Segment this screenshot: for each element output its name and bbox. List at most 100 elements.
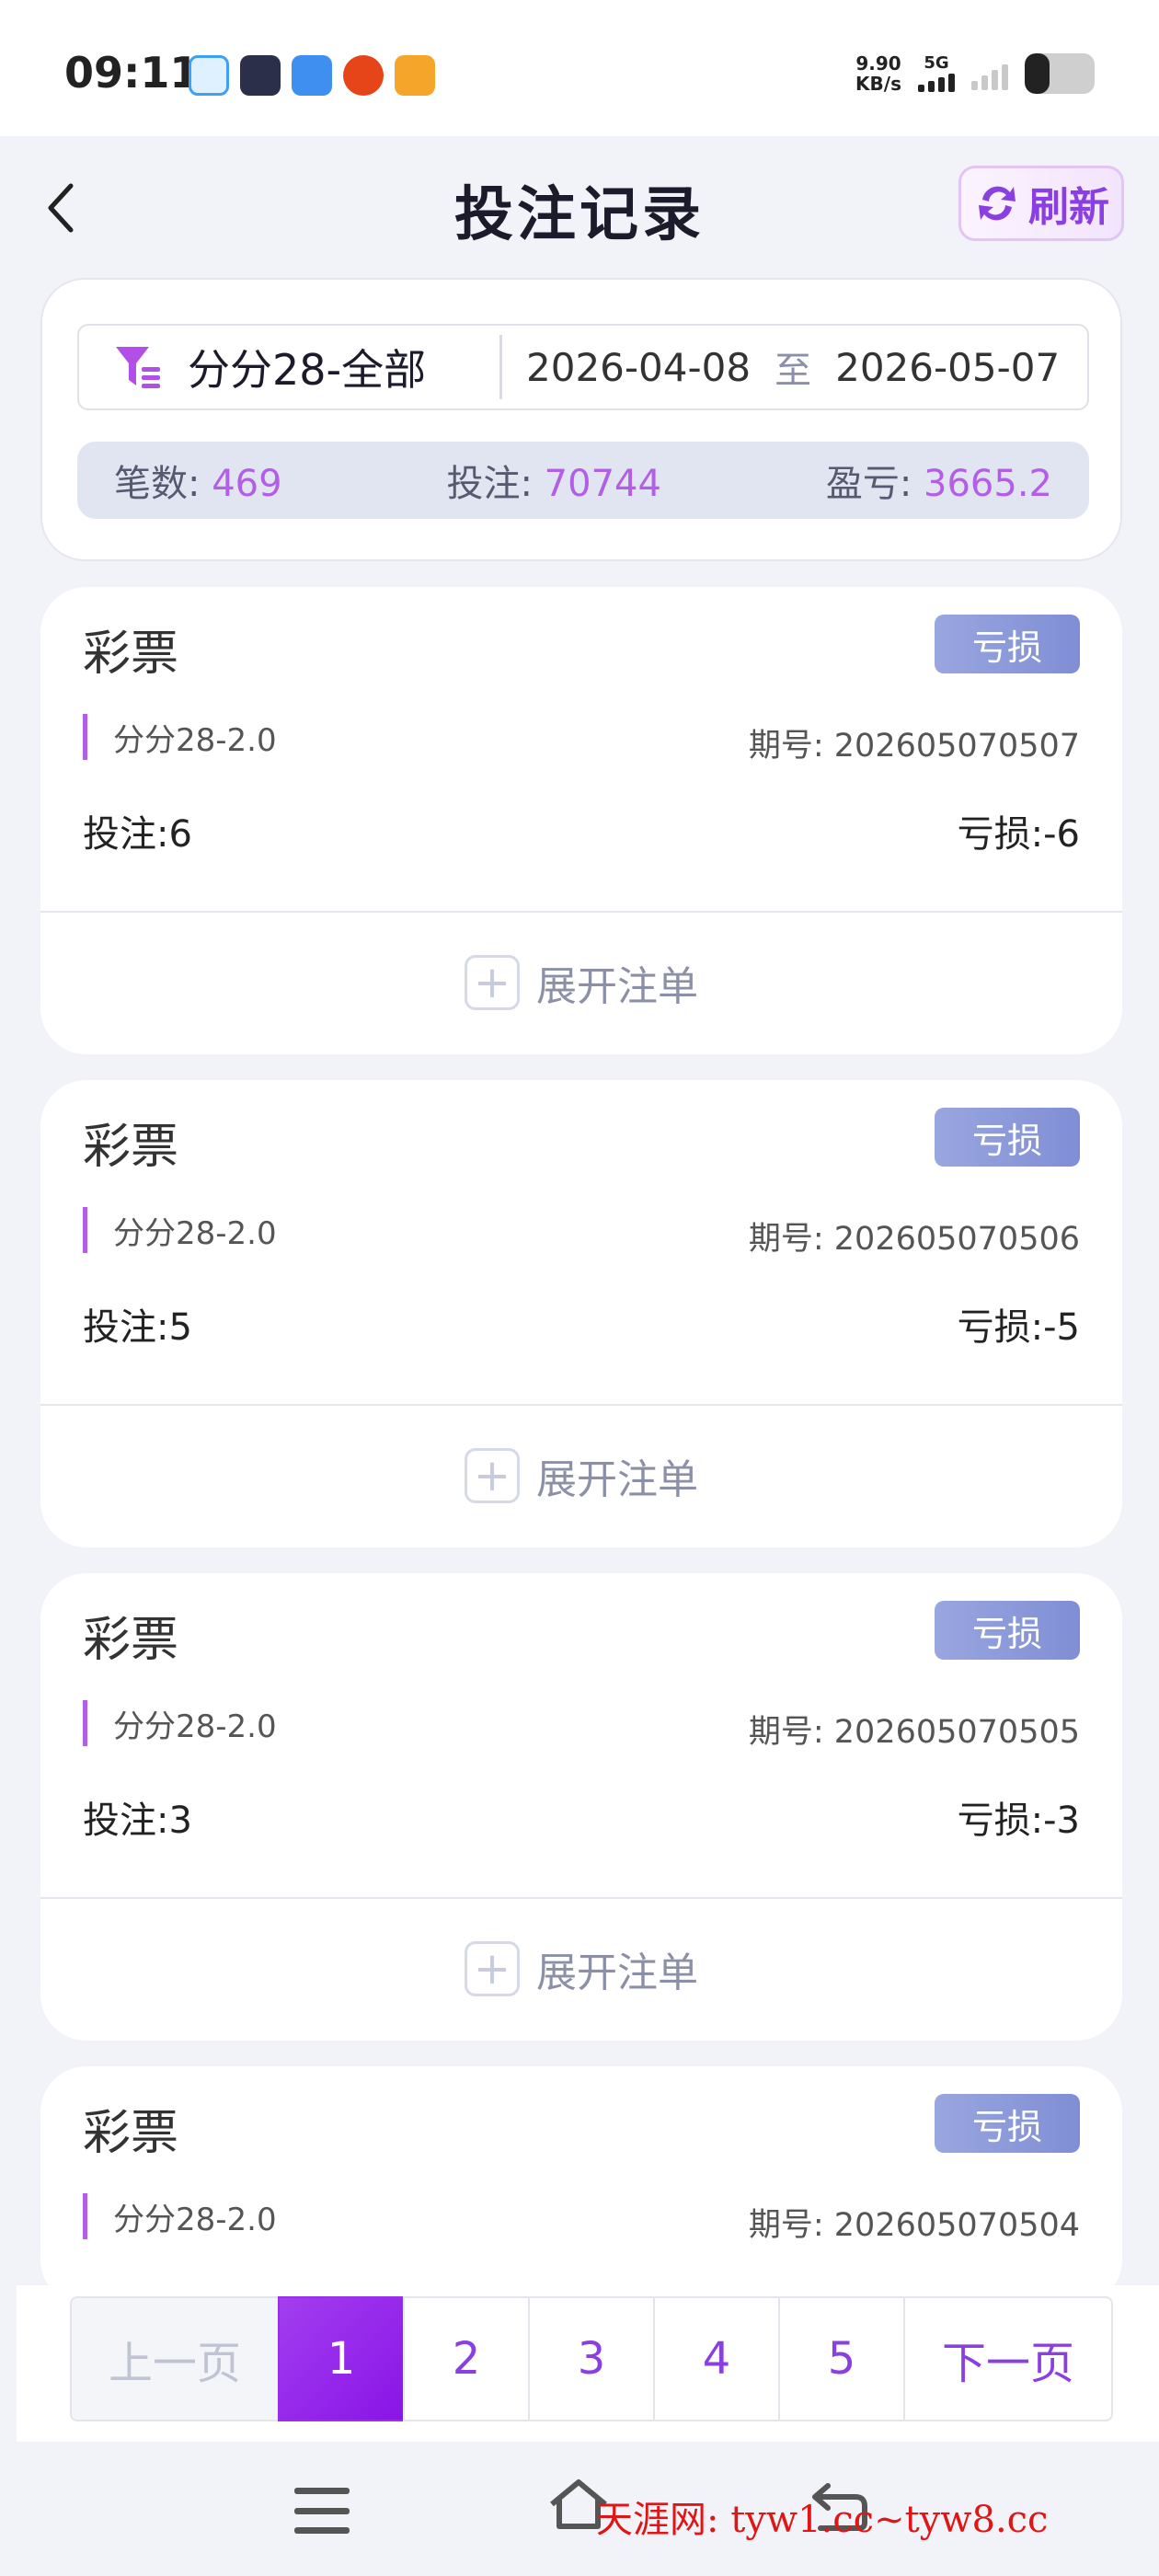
bet-type: 彩票 [83,1120,179,1175]
bet-game: 分分28-2.0 [83,1700,277,1746]
stake-value: 70744 [544,463,661,505]
stake-label: 投注: [83,1306,169,1349]
net-speed: 9.90 KB/s [855,53,901,94]
refresh-button[interactable]: 刷新 [958,166,1124,241]
issue-label: 期号: [748,2207,824,2244]
profit-label: 亏损: [957,1800,1044,1842]
stake-value: 5 [168,1306,192,1349]
page-button-2[interactable]: 2 [403,2296,530,2421]
bet-card: 彩票 亏损 分分28-2.0 期号: 202605070504 [40,2066,1122,2306]
expand-bets-button[interactable]: + 展开注单 [40,953,1122,1012]
bet-stake: 投注:3 [83,1790,192,1844]
date-separator: 至 [775,350,812,392]
profit-label: 亏损: [957,1306,1044,1349]
stake-value: 6 [168,813,192,856]
status-badge: 亏损 [935,1601,1080,1660]
status-badge: 亏损 [935,1108,1080,1167]
refresh-icon [979,186,1016,221]
date-end[interactable]: 2026-05-07 [835,345,1060,390]
summary-count: 笔数: 469 [114,454,282,507]
signal-secondary-icon [971,57,1008,90]
status-badge: 亏损 [935,2094,1080,2153]
status-bar: 09:11 9.90 KB/s 5G [0,0,1159,136]
issue-label: 期号: [748,728,824,765]
bet-game: 分分28-2.0 [83,2193,277,2239]
player-app-icon [240,55,281,96]
plus-icon: + [465,1941,520,1996]
bet-stake: 投注:5 [83,1297,192,1351]
bet-type: 彩票 [83,2106,179,2161]
bet-stake: 投注:6 [83,804,192,857]
bet-card: 彩票 亏损 分分28-2.0 期号: 202605070506 投注:5 亏损:… [40,1080,1122,1547]
profit-label: 亏损: [957,813,1044,856]
date-range-selector[interactable]: 2026-04-08 至 2026-05-07 [502,340,1060,394]
bet-type: 彩票 [83,1613,179,1668]
net-speed-value: 9.90 [855,52,901,75]
summary-stake: 投注: 70744 [446,454,660,507]
bet-profit: 亏损:-3 [958,1790,1080,1844]
profit-label: 盈亏: [825,463,912,505]
network-type: 5G [924,53,949,73]
page-button-1[interactable]: 1 [278,2296,405,2421]
profit-value: -3 [1043,1800,1080,1842]
issue-value: 202605070506 [833,1221,1080,1258]
signal-5g: 5G [918,55,955,92]
menu-icon[interactable] [294,2488,350,2534]
divider [40,911,1122,913]
game-filter-selector[interactable]: 分分28-全部 [79,335,502,399]
plus-icon: + [465,955,520,1010]
count-label: 笔数: [114,463,201,505]
battery-icon [1025,53,1095,94]
filter-card: 分分28-全部 2026-04-08 至 2026-05-07 笔数: 469 … [40,278,1122,561]
next-page-button[interactable]: 下一页 [903,2296,1113,2421]
prev-page-button[interactable]: 上一页 [70,2296,280,2421]
browser-app-icon [189,55,229,96]
profit-value: -5 [1043,1306,1080,1349]
page-button-4[interactable]: 4 [653,2296,780,2421]
page-button-5[interactable]: 5 [778,2296,905,2421]
signal-icon [918,72,955,92]
bet-card: 彩票 亏损 分分28-2.0 期号: 202605070507 投注:6 亏损:… [40,587,1122,1054]
bet-profit: 亏损:-5 [958,1297,1080,1351]
bet-game: 分分28-2.0 [83,1207,277,1253]
video-app-icon [395,55,435,96]
bet-card: 彩票 亏损 分分28-2.0 期号: 202605070505 投注:3 亏损:… [40,1573,1122,2041]
divider [40,1404,1122,1406]
page-button-3[interactable]: 3 [528,2296,655,2421]
date-start[interactable]: 2026-04-08 [526,345,751,390]
bet-issue: 期号: 202605070506 [749,1213,1080,1259]
issue-value: 202605070505 [833,1714,1080,1751]
expand-bets-button[interactable]: + 展开注单 [40,1939,1122,1998]
filter-icon [116,347,160,388]
stake-value: 3 [168,1800,192,1842]
stake-label: 投注: [446,463,533,505]
bet-type: 彩票 [83,627,179,682]
expand-label: 展开注单 [536,1456,698,1503]
battery-fill [1025,53,1050,94]
status-time: 09:11 [64,48,200,98]
expand-bets-button[interactable]: + 展开注单 [40,1446,1122,1505]
summary-profit: 盈亏: 3665.2 [826,454,1052,507]
issue-label: 期号: [748,1221,824,1258]
page-header: 投注记录 刷新 [0,136,1159,274]
bet-issue: 期号: 202605070505 [749,1706,1080,1753]
issue-value: 202605070507 [833,728,1080,765]
game-filter-label: 分分28-全部 [188,345,427,395]
system-nav-bar: 天涯网: tyw1.cc~tyw8.cc [0,2442,1159,2576]
status-indicators: 9.90 KB/s 5G [855,53,1095,94]
stake-label: 投注: [83,813,169,856]
expand-label: 展开注单 [536,1949,698,1996]
profit-value: 3665.2 [924,463,1052,505]
issue-value: 202605070504 [833,2207,1080,2244]
status-badge: 亏损 [935,615,1080,673]
pagination: 上一页 1 2 3 4 5 下一页 [17,2285,1159,2442]
watermark: 天涯网: tyw1.cc~tyw8.cc [596,2499,1049,2541]
shop-app-icon [343,55,384,96]
expand-label: 展开注单 [536,963,698,1010]
profit-value: -6 [1043,813,1080,856]
pager: 上一页 1 2 3 4 5 下一页 [70,2296,1113,2421]
issue-label: 期号: [748,1714,824,1751]
bet-profit: 亏损:-6 [958,804,1080,857]
plus-icon: + [465,1448,520,1503]
bet-game: 分分28-2.0 [83,714,277,760]
